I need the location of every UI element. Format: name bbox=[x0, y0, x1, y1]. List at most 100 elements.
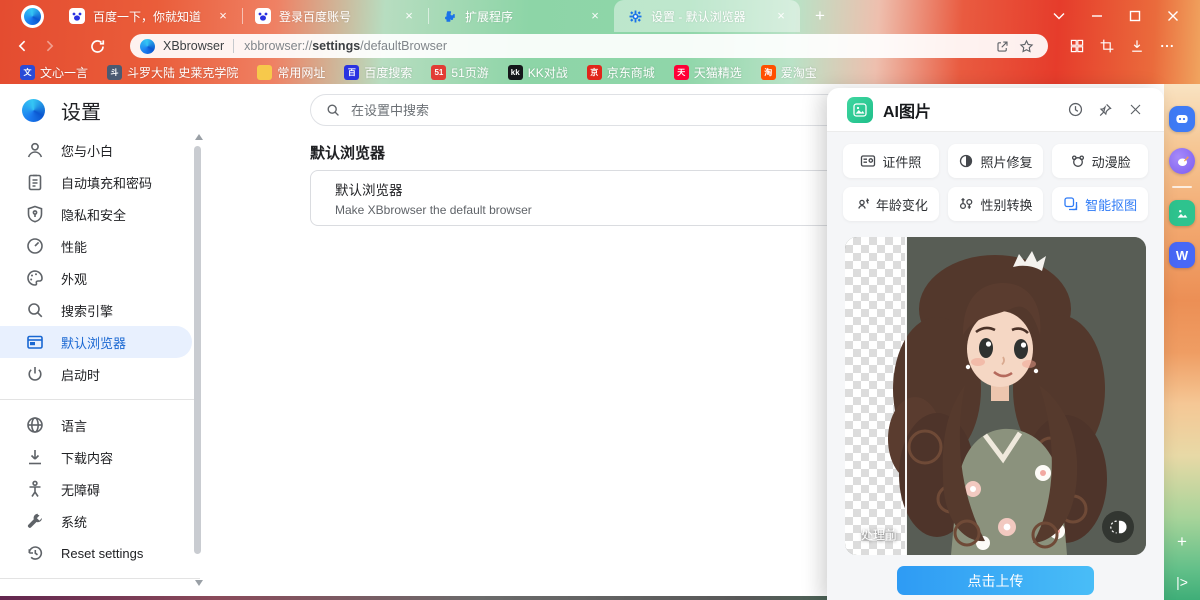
search-icon bbox=[28, 303, 43, 318]
image-preview: 处理前 bbox=[845, 237, 1146, 555]
pin-icon[interactable] bbox=[1090, 102, 1120, 118]
maximize-button[interactable] bbox=[1120, 3, 1150, 29]
apps-grid-icon[interactable] bbox=[1062, 38, 1092, 54]
shield-icon bbox=[27, 205, 43, 223]
tabs: 百度一下，你就知道 × 登录百度账号 × 扩展程序 × 设置 - 默认浏览器 × bbox=[56, 0, 800, 32]
bookmark-item[interactable]: 百百度搜索 bbox=[344, 64, 412, 81]
bookmark-item[interactable]: kk KK对战 bbox=[507, 64, 568, 81]
browser-logo[interactable] bbox=[21, 4, 44, 28]
sidebar-item-performance[interactable]: 性能 bbox=[0, 230, 192, 262]
baidu-favicon bbox=[69, 8, 85, 24]
tab-title: 登录百度账号 bbox=[279, 9, 352, 24]
compare-toggle-icon[interactable] bbox=[1102, 511, 1134, 543]
address-url: xbbrowser://settings/defaultBrowser bbox=[244, 39, 448, 53]
tab-close-icon[interactable]: × bbox=[400, 7, 418, 25]
tab-title: 百度一下，你就知道 bbox=[93, 9, 202, 24]
share-icon[interactable] bbox=[990, 39, 1014, 54]
tab-baidu-home[interactable]: 百度一下，你就知道 × bbox=[56, 0, 243, 32]
scrollbar-thumb[interactable] bbox=[194, 146, 201, 554]
bookmark-favicon: 文 bbox=[20, 64, 35, 80]
page-title: 设置 bbox=[61, 102, 101, 124]
minimize-button[interactable] bbox=[1082, 3, 1112, 29]
bookmark-item[interactable]: 淘爱淘宝 bbox=[760, 64, 817, 81]
wrench-icon bbox=[27, 513, 43, 528]
bookmark-star-icon[interactable] bbox=[1014, 39, 1038, 54]
sidebar-item-default-browser[interactable]: 默认浏览器 bbox=[0, 326, 192, 358]
sidebar-item-reset[interactable]: Reset settings bbox=[0, 537, 192, 569]
download-icon[interactable] bbox=[1122, 38, 1152, 54]
feature-anime-face[interactable]: 动漫脸 bbox=[1052, 144, 1148, 178]
sidebar-item-search-engine[interactable]: 搜索引擎 bbox=[0, 294, 192, 326]
bookmark-item[interactable]: 文文心一言 bbox=[20, 64, 88, 81]
forward-icon[interactable] bbox=[36, 38, 62, 54]
bookmark-item[interactable]: 常用网址 bbox=[257, 64, 325, 81]
ai-panel-header: AI图片 bbox=[827, 88, 1164, 132]
bookmark-item[interactable]: 天天猫精选 bbox=[673, 64, 742, 81]
browser-chrome: 百度一下，你就知道 × 登录百度账号 × 扩展程序 × 设置 - 默认浏览器 ×… bbox=[0, 0, 1200, 84]
clipboard-icon bbox=[28, 174, 42, 191]
sidebar-item-privacy[interactable]: 隐私和安全 bbox=[0, 198, 192, 230]
ai-chat-robot-icon[interactable] bbox=[1169, 106, 1195, 132]
ai-writer-icon[interactable]: W bbox=[1169, 242, 1195, 268]
cutout-layers-icon bbox=[1064, 197, 1078, 211]
sidebar-item-language[interactable]: 语言 bbox=[0, 409, 192, 441]
bookmark-item[interactable]: 51 51页游 bbox=[431, 64, 489, 81]
bookmark-item[interactable]: 斗斗罗大陆 史莱克学院 bbox=[107, 64, 238, 81]
feature-photo-restore[interactable]: 照片修复 bbox=[947, 144, 1044, 178]
bookmark-favicon: 百 bbox=[344, 64, 360, 80]
tab-bar: 百度一下，你就知道 × 登录百度账号 × 扩展程序 × 设置 - 默认浏览器 ×… bbox=[0, 0, 1200, 32]
settings-logo bbox=[22, 99, 45, 122]
sidebar-item-you[interactable]: 您与小白 bbox=[0, 134, 192, 166]
address-brand: XBbrowser bbox=[163, 39, 225, 53]
settings-search-input[interactable] bbox=[351, 102, 895, 118]
address-bar[interactable]: XBbrowser xbbrowser://settings/defaultBr… bbox=[130, 34, 1048, 58]
window-controls bbox=[1044, 0, 1200, 32]
ai-paint-palette-icon[interactable] bbox=[1169, 148, 1195, 174]
section-title: 默认浏览器 bbox=[310, 145, 386, 162]
browser-window-icon bbox=[27, 335, 43, 349]
sidebar-item-downloads[interactable]: 下载内容 bbox=[0, 441, 192, 473]
bookmark-item[interactable]: 京京东商城 bbox=[586, 64, 655, 81]
add-app-icon[interactable]: + bbox=[1164, 532, 1200, 552]
bookmarks-bar: 文文心一言 斗斗罗大陆 史莱克学院 常用网址 百百度搜索 51 51页游 kk KK… bbox=[0, 60, 1200, 84]
sidebar-item-accessibility[interactable]: 无障碍 bbox=[0, 473, 192, 505]
feature-gender-swap[interactable]: 性别转换 bbox=[947, 187, 1044, 221]
accessibility-icon bbox=[29, 480, 41, 497]
nav-scrollbar[interactable] bbox=[192, 130, 204, 590]
scroll-up-arrow-icon[interactable] bbox=[195, 134, 203, 140]
tab-title: 设置 - 默认浏览器 bbox=[651, 9, 746, 24]
tab-baidu-login[interactable]: 登录百度账号 × bbox=[242, 0, 429, 32]
tab-close-icon[interactable]: × bbox=[772, 7, 790, 25]
tab-extensions[interactable]: 扩展程序 × bbox=[428, 0, 614, 32]
feature-id-photo[interactable]: 证件照 bbox=[843, 144, 939, 178]
tab-close-icon[interactable]: × bbox=[586, 7, 604, 25]
feature-age-change[interactable]: 年龄变化 bbox=[843, 187, 939, 221]
sidebar-item-startup[interactable]: 启动时 bbox=[0, 358, 192, 390]
history-clock-icon[interactable] bbox=[1060, 101, 1090, 118]
refresh-icon[interactable] bbox=[84, 38, 110, 55]
back-icon[interactable] bbox=[10, 38, 36, 54]
tab-settings-active[interactable]: 设置 - 默认浏览器 × bbox=[614, 0, 800, 32]
settings-header: 设置 bbox=[22, 96, 101, 125]
sidebar-item-system[interactable]: 系统 bbox=[0, 505, 192, 537]
close-window-button[interactable] bbox=[1158, 3, 1188, 29]
close-panel-icon[interactable] bbox=[1120, 102, 1150, 117]
screenshot-crop-icon[interactable] bbox=[1092, 38, 1122, 54]
settings-search[interactable] bbox=[310, 94, 910, 126]
bookmark-favicon: 51 bbox=[431, 64, 447, 80]
sidebar-item-appearance[interactable]: 外观 bbox=[0, 262, 192, 294]
id-card-icon bbox=[861, 155, 876, 167]
collapse-sidebar-icon[interactable]: |> bbox=[1164, 574, 1200, 590]
bookmark-favicon: kk bbox=[507, 64, 523, 80]
sidebar-item-autofill[interactable]: 自动填充和密码 bbox=[0, 166, 192, 198]
new-tab-button[interactable]: + bbox=[808, 6, 832, 26]
tab-list-chevron-icon[interactable] bbox=[1044, 3, 1074, 29]
globe-icon bbox=[27, 417, 43, 433]
person-icon bbox=[27, 142, 43, 158]
tab-close-icon[interactable]: × bbox=[214, 7, 232, 25]
ai-image-icon[interactable] bbox=[1169, 200, 1195, 226]
feature-smart-cutout[interactable]: 智能抠图 bbox=[1052, 187, 1148, 221]
scroll-down-arrow-icon[interactable] bbox=[195, 580, 203, 586]
more-menu-icon[interactable] bbox=[1152, 38, 1182, 54]
upload-button[interactable]: 点击上传 bbox=[897, 566, 1094, 595]
